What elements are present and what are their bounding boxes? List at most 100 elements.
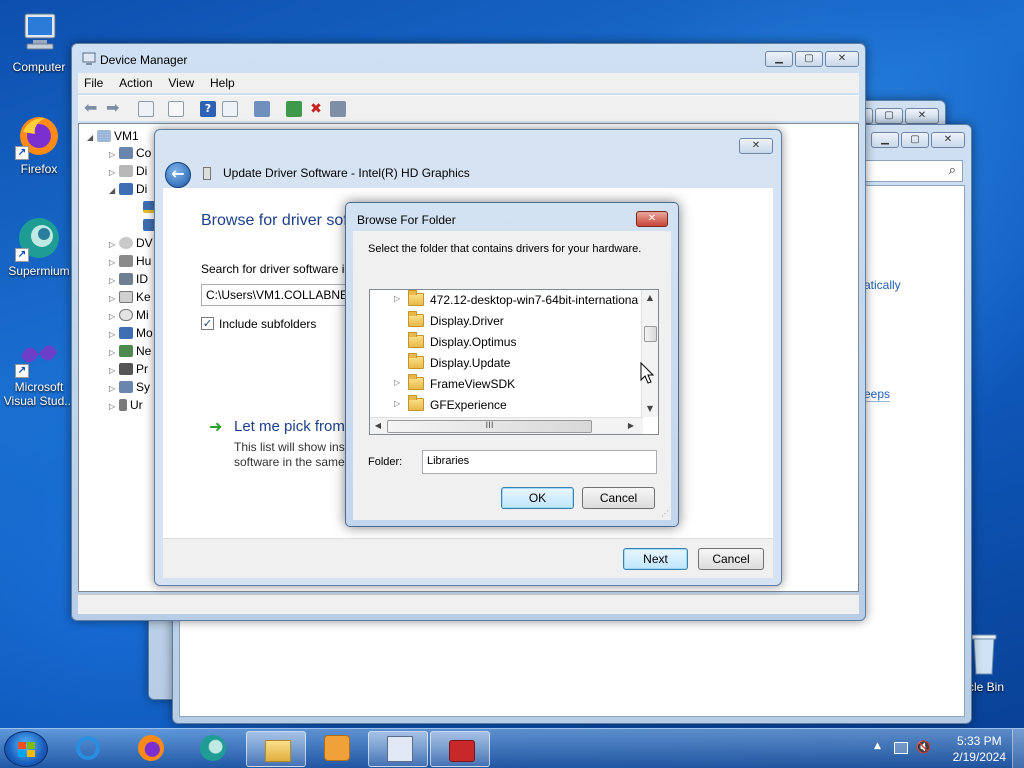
tree-item[interactable]: ▷ DV — [109, 236, 153, 250]
scroll-left-button[interactable]: ◀ — [370, 418, 386, 434]
show-desktop-button[interactable] — [1012, 729, 1024, 768]
desktop-icon-label: cle Bin — [968, 680, 1005, 694]
search-icon[interactable]: ⌕ — [949, 163, 956, 178]
tree-item[interactable]: ▷ Ke — [109, 290, 151, 304]
maximize-button[interactable]: ▢ — [795, 51, 823, 67]
link-text[interactable]: eeps — [864, 387, 891, 402]
next-button[interactable]: Next — [623, 548, 688, 570]
properties-icon[interactable] — [168, 101, 184, 117]
minimize-button[interactable]: ▁ — [765, 51, 793, 67]
close-button[interactable]: ✕ — [905, 108, 939, 124]
folder-item[interactable]: ▷ GFExperience — [370, 395, 642, 415]
driver-path-input[interactable]: C:\Users\VM1.COLLABNET — [201, 284, 361, 306]
instruction-text: Select the folder that contains drivers … — [368, 243, 642, 255]
tree-item[interactable]: ▷ Sy — [109, 380, 150, 394]
cancel-button[interactable]: Cancel — [582, 487, 655, 509]
menu-file[interactable]: File — [78, 73, 109, 93]
tree-item[interactable]: ▷ Mi — [109, 308, 149, 322]
menu-view[interactable]: View — [162, 73, 200, 93]
folder-icon — [408, 395, 424, 411]
maximize-button[interactable]: ▢ — [875, 108, 903, 124]
tree-item[interactable]: ◢ Di — [109, 182, 147, 196]
scroll-thumb[interactable]: III — [387, 420, 592, 433]
folder-item[interactable]: ▷ FrameViewSDK — [370, 374, 642, 394]
cancel-button[interactable]: Cancel — [698, 548, 764, 570]
folder-item[interactable]: Display.Driver — [370, 311, 642, 331]
scroll-down-button[interactable]: ▼ — [642, 401, 658, 417]
folder-tree[interactable]: ▷ 472.12-desktop-win7-64bit-internationa… — [369, 289, 659, 435]
close-button[interactable]: ✕ — [931, 132, 965, 148]
folder-item[interactable]: Display.Update — [370, 353, 642, 373]
tree-item[interactable]: ▷ Di — [109, 164, 147, 178]
page-heading: Browse for driver sof — [201, 212, 348, 229]
tree-item[interactable]: ▷ Co — [109, 146, 151, 160]
taskbar-toolbox[interactable] — [430, 731, 490, 767]
tree-item[interactable]: ▷ Ur — [109, 398, 143, 412]
taskbar-supermium[interactable] — [182, 731, 242, 767]
volume-muted-icon[interactable]: 🔇 — [916, 740, 931, 754]
ok-button[interactable]: OK — [501, 487, 574, 509]
desktop-icon-supermium[interactable]: ↗ Supermium — [0, 214, 78, 278]
vertical-scrollbar[interactable]: ▲ ▼ — [641, 290, 658, 417]
tree-item[interactable]: ▷ Pr — [109, 362, 148, 376]
taskbar-ie[interactable] — [58, 731, 118, 767]
menu-help[interactable]: Help — [204, 73, 241, 93]
pick-option-title[interactable]: Let me pick from — [234, 418, 345, 435]
network-icon[interactable] — [894, 742, 908, 754]
update-driver-icon[interactable] — [286, 101, 302, 117]
back-button[interactable]: ← — [165, 162, 191, 188]
include-subfolders-checkbox[interactable]: ✓ — [201, 317, 214, 330]
taskbar-device-manager[interactable] — [368, 731, 428, 767]
display-adapter-icon — [119, 183, 133, 195]
forward-arrow-icon[interactable]: ➡ — [106, 100, 122, 117]
desktop-icon-computer[interactable]: Computer — [0, 10, 78, 74]
device-manager-icon — [387, 736, 413, 762]
menu-action[interactable]: Action — [113, 73, 158, 93]
tree-item[interactable]: ▷ Mo — [109, 326, 153, 340]
scroll-right-button[interactable]: ▶ — [623, 418, 639, 434]
expand-arrow-icon[interactable]: ▷ — [394, 378, 400, 387]
taskbar-firefox[interactable] — [120, 731, 180, 767]
help-icon[interactable]: ? — [200, 101, 216, 117]
device-manager-icon — [82, 52, 96, 66]
start-button[interactable] — [4, 731, 48, 767]
search-box[interactable]: ⌕ — [863, 160, 963, 182]
taskbar-media-player[interactable] — [306, 731, 366, 767]
folder-item[interactable]: ▷ 472.12-desktop-win7-64bit-internationa — [370, 290, 642, 310]
show-hide-tree-icon[interactable] — [138, 101, 154, 117]
supermium-icon: ↗ — [15, 214, 63, 262]
view-icon[interactable] — [222, 101, 238, 117]
back-arrow-icon[interactable]: ⬅ — [84, 100, 100, 117]
tree-item[interactable]: ▷ Hu — [109, 254, 151, 268]
browse-folder-dialog[interactable]: Browse For Folder ✕ Select the folder th… — [345, 202, 679, 527]
expand-arrow-icon[interactable]: ▷ — [394, 399, 400, 408]
uninstall-icon[interactable]: ✖ — [308, 101, 324, 117]
scan-hardware-icon[interactable] — [254, 101, 270, 117]
desktop-icon-visual-studio[interactable]: ↗ Microsoft Visual Stud... — [0, 330, 78, 408]
maximize-button[interactable]: ▢ — [901, 132, 929, 148]
minimize-button[interactable]: ▁ — [871, 132, 899, 148]
taskbar-explorer[interactable] — [246, 731, 306, 767]
close-button[interactable]: ✕ — [825, 51, 859, 67]
expand-arrow-icon[interactable]: ▷ — [394, 294, 400, 303]
horizontal-scrollbar[interactable]: ◀ III ▶ — [370, 417, 643, 434]
enable-device-icon[interactable] — [330, 101, 346, 117]
system-tray: ▲ 🔇 5:33 PM 2/19/2024 — [864, 729, 1024, 768]
computer-icon — [15, 10, 63, 58]
drive-icon — [119, 165, 133, 177]
scroll-up-button[interactable]: ▲ — [642, 290, 658, 306]
link-text[interactable]: atically — [864, 278, 901, 292]
tree-item[interactable]: ▷ Ne — [109, 344, 151, 358]
tree-item[interactable]: ▷ ID — [109, 272, 148, 286]
close-button[interactable]: ✕ — [739, 138, 773, 154]
folder-name-input[interactable]: Libraries — [422, 450, 657, 474]
resize-grip-icon[interactable]: ⋰ — [661, 509, 669, 518]
desktop-icon-firefox[interactable]: ↗ Firefox — [0, 112, 78, 176]
folder-item[interactable]: Display.Optimus — [370, 332, 642, 352]
show-hidden-icons-icon[interactable]: ▲ — [874, 741, 881, 751]
close-button[interactable]: ✕ — [636, 211, 668, 227]
internet-explorer-icon — [76, 736, 100, 760]
tree-root[interactable]: ◢ VM1 — [87, 129, 139, 143]
clock[interactable]: 5:33 PM 2/19/2024 — [953, 733, 1006, 765]
scroll-thumb[interactable] — [644, 326, 657, 342]
